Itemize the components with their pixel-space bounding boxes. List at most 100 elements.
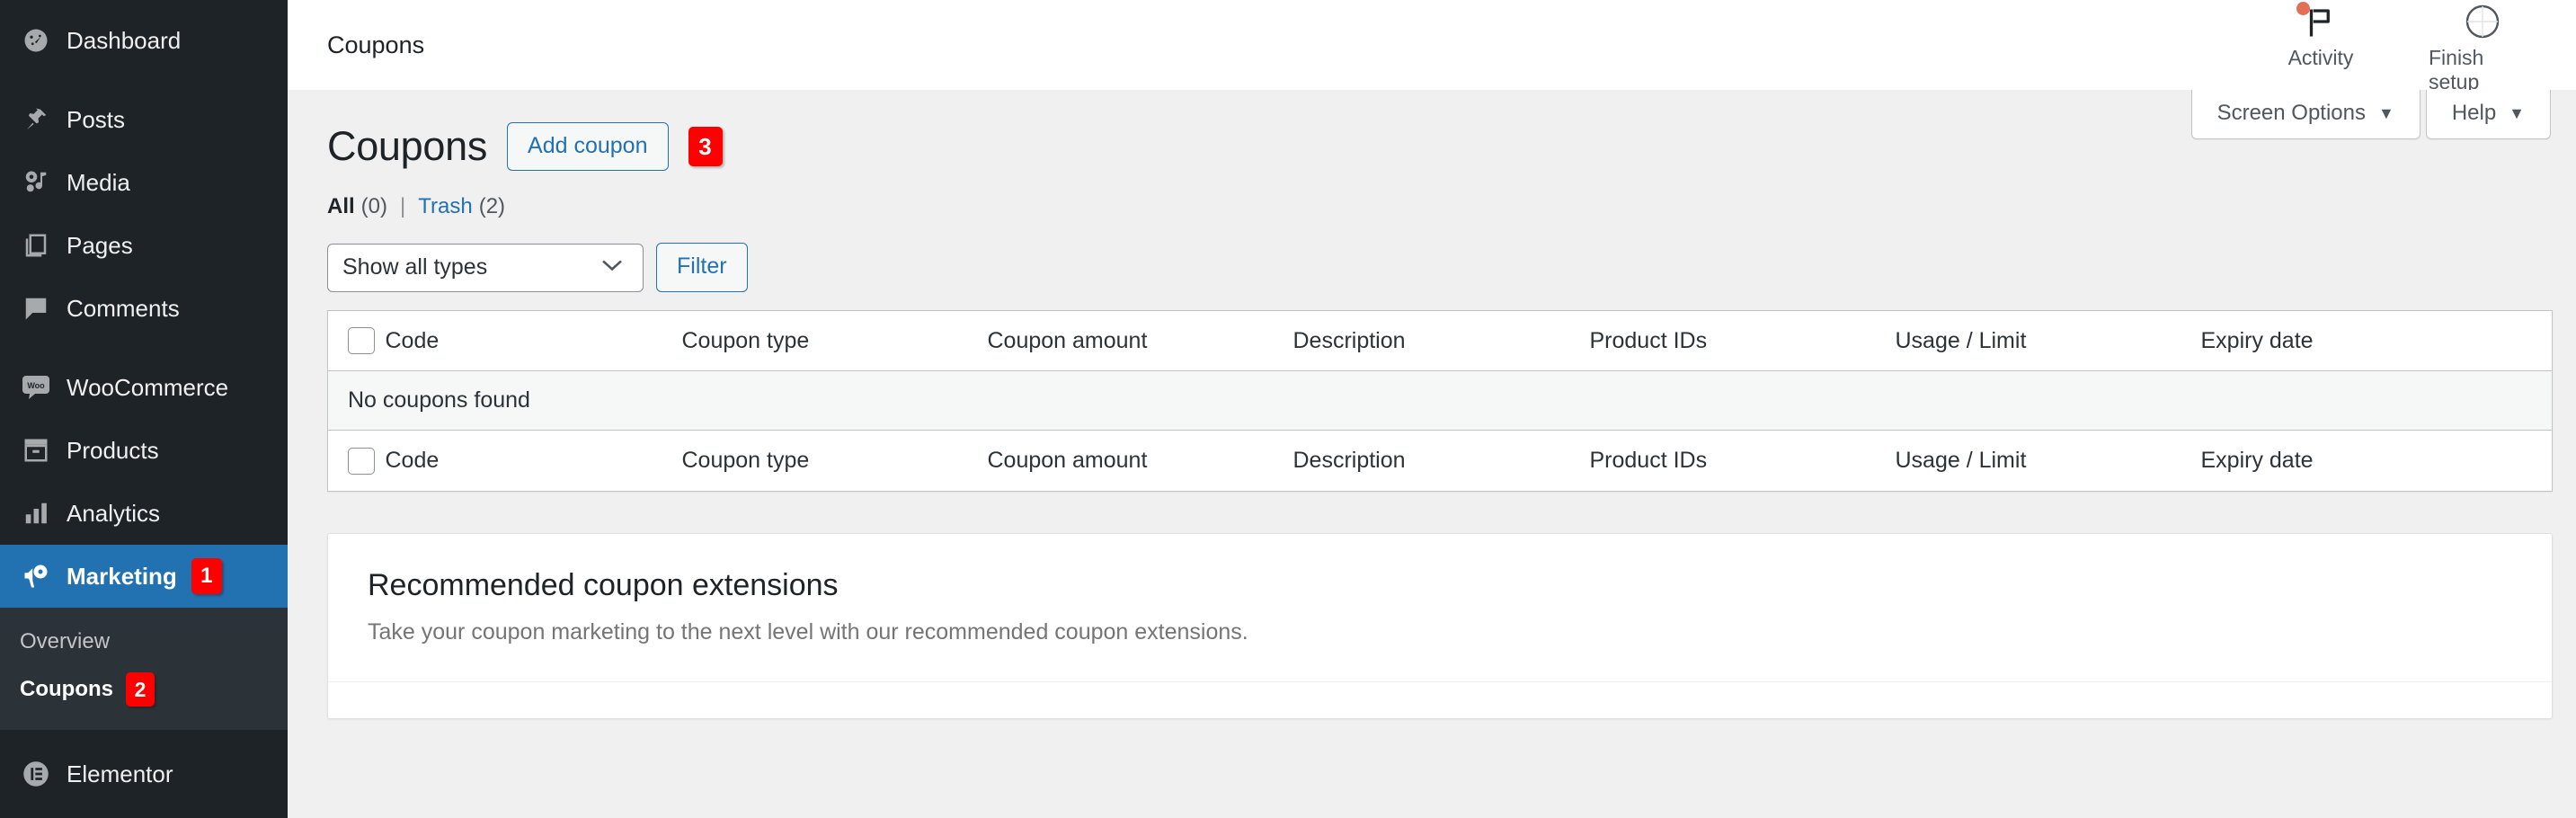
sidebar-subitem-label: Overview [20, 629, 111, 654]
help-button[interactable]: Help ▼ [2425, 90, 2551, 139]
screen-meta-links: Screen Options ▼ Help ▼ [2190, 90, 2551, 139]
elementor-icon [16, 760, 56, 787]
pages-icon [16, 232, 56, 259]
products-icon [16, 437, 56, 464]
table-header-row: Code Coupon type Coupon amount Descripti… [327, 310, 2553, 372]
add-coupon-button[interactable]: Add coupon [507, 122, 669, 171]
sidebar-divider [0, 340, 288, 356]
view-trash-label: Trash [418, 194, 473, 218]
sidebar-item-label: WooCommerce [67, 374, 229, 401]
page-content: Coupons Add coupon 3 All (0) | Trash (2) [288, 90, 2576, 719]
finish-setup-button[interactable]: Finish setup [2429, 0, 2536, 94]
column-header-expiry-date[interactable]: Expiry date [2200, 310, 2553, 372]
add-coupon-step-badge: 3 [688, 127, 723, 166]
column-footer-coupon-type[interactable]: Coupon type [681, 430, 988, 492]
svg-text:Woo: Woo [27, 381, 45, 390]
help-label: Help [2451, 101, 2497, 125]
sidebar-item-pages[interactable]: Pages [0, 214, 288, 277]
view-trash-count: (2) [478, 194, 506, 218]
sidebar-item-label: Dashboard [67, 27, 182, 54]
sidebar-item-label: Products [67, 437, 159, 464]
coupon-type-filter-select[interactable]: Show all types [327, 243, 644, 292]
activity-button[interactable]: Activity [2267, 0, 2375, 70]
sidebar-item-label: Posts [67, 106, 126, 133]
sidebar-item-label: Pages [67, 232, 133, 259]
sidebar-coupons-badge: 2 [125, 672, 155, 707]
comments-icon [16, 295, 56, 322]
table-navigation-top: Show all types Filter [327, 243, 2536, 292]
sidebar-item-woocommerce[interactable]: Woo WooCommerce [0, 356, 288, 419]
column-header-code[interactable]: Code [385, 310, 682, 372]
media-icon [16, 169, 56, 196]
column-footer-code[interactable]: Code [385, 430, 682, 492]
recommended-extensions-subtitle: Take your coupon marketing to the next l… [368, 618, 1248, 645]
column-footer-expiry-date[interactable]: Expiry date [2200, 430, 2553, 492]
table-empty-row: No coupons found [327, 370, 2553, 431]
sidebar-subitem-overview[interactable]: Overview [0, 620, 288, 663]
recommended-extensions-card: Recommended coupon extensions Take your … [327, 532, 2553, 719]
sidebar-item-analytics[interactable]: Analytics [0, 482, 288, 545]
sidebar-submenu-marketing: Overview Coupons 2 [0, 608, 288, 730]
admin-screen: Dashboard Posts Media Pages Comments Woo… [0, 0, 2576, 818]
column-header-usage-limit[interactable]: Usage / Limit [1895, 310, 2201, 372]
main-area: Coupons Activity Finish setup Screen Opt… [288, 0, 2576, 818]
page-title: Coupons [327, 123, 488, 169]
views-filter-links: All (0) | Trash (2) [327, 194, 2536, 219]
woocommerce-icon: Woo [16, 374, 56, 401]
column-header-product-ids[interactable]: Product IDs [1589, 310, 1896, 372]
screen-options-label: Screen Options [2216, 101, 2366, 125]
recommended-extensions-body [328, 682, 2552, 718]
column-header-description[interactable]: Description [1292, 310, 1590, 372]
sidebar-item-posts[interactable]: Posts [0, 88, 288, 151]
recommended-extensions-title: Recommended coupon extensions [368, 567, 839, 602]
sidebar-item-label: Marketing [67, 563, 177, 590]
column-footer-product-ids[interactable]: Product IDs [1589, 430, 1896, 492]
page-breadcrumb-title: Coupons [327, 31, 425, 58]
table-footer-row: Code Coupon type Coupon amount Descripti… [327, 430, 2553, 492]
sidebar-item-products[interactable]: Products [0, 419, 288, 482]
sidebar-item-comments[interactable]: Comments [0, 277, 288, 340]
view-all[interactable]: All (0) [327, 194, 387, 219]
coupons-table-head: Code Coupon type Coupon amount Descripti… [327, 310, 2553, 372]
recommended-extensions-header: Recommended coupon extensions Take your … [328, 534, 2552, 682]
select-all-header [327, 310, 386, 372]
activity-label: Activity [2287, 46, 2354, 69]
screen-options-button[interactable]: Screen Options ▼ [2190, 90, 2421, 139]
select-all-footer [327, 430, 386, 492]
sidebar-marketing-badge: 1 [191, 558, 222, 594]
sidebar-subitem-coupons[interactable]: Coupons 2 [0, 663, 288, 716]
coupons-table-foot: Code Coupon type Coupon amount Descripti… [327, 430, 2553, 492]
view-all-count: (0) [360, 194, 388, 218]
flag-icon [2296, 1, 2337, 42]
sidebar-item-dashboard[interactable]: Dashboard [0, 9, 288, 72]
column-header-coupon-amount[interactable]: Coupon amount [987, 310, 1293, 372]
column-footer-coupon-amount[interactable]: Coupon amount [987, 430, 1293, 492]
views-divider: | [400, 194, 406, 218]
sidebar-item-media[interactable]: Media [0, 151, 288, 214]
analytics-icon [16, 500, 56, 527]
finish-setup-label: Finish setup [2429, 46, 2484, 93]
view-all-label: All [327, 194, 355, 218]
sidebar-divider [0, 72, 288, 88]
column-header-coupon-type[interactable]: Coupon type [681, 310, 988, 372]
column-footer-description[interactable]: Description [1292, 430, 1590, 492]
sidebar-subitem-label: Coupons [20, 677, 113, 701]
empty-message: No coupons found [327, 370, 2553, 431]
chevron-down-icon: ▼ [2509, 104, 2525, 122]
column-footer-usage-limit[interactable]: Usage / Limit [1895, 430, 2201, 492]
sidebar-item-marketing[interactable]: Marketing 1 [0, 545, 288, 608]
coupons-table-body: No coupons found [327, 370, 2553, 431]
sidebar-item-label: Analytics [67, 500, 161, 527]
sidebar-item-elementor[interactable]: Elementor [0, 742, 288, 805]
chevron-down-icon: ▼ [2377, 104, 2394, 122]
sidebar-item-label: Elementor [67, 760, 173, 787]
topbar-actions: Activity Finish setup [2267, 0, 2545, 94]
coupons-table: Code Coupon type Coupon amount Descripti… [327, 310, 2553, 492]
coupon-type-filter-wrap: Show all types [327, 243, 644, 292]
progress-circle-icon [2464, 1, 2501, 42]
woocommerce-topbar: Coupons Activity Finish setup [288, 0, 2576, 93]
view-trash[interactable]: Trash (2) [418, 194, 505, 219]
select-all-checkbox[interactable] [348, 327, 375, 355]
select-all-checkbox-footer[interactable] [348, 447, 375, 475]
filter-button[interactable]: Filter [656, 243, 748, 292]
